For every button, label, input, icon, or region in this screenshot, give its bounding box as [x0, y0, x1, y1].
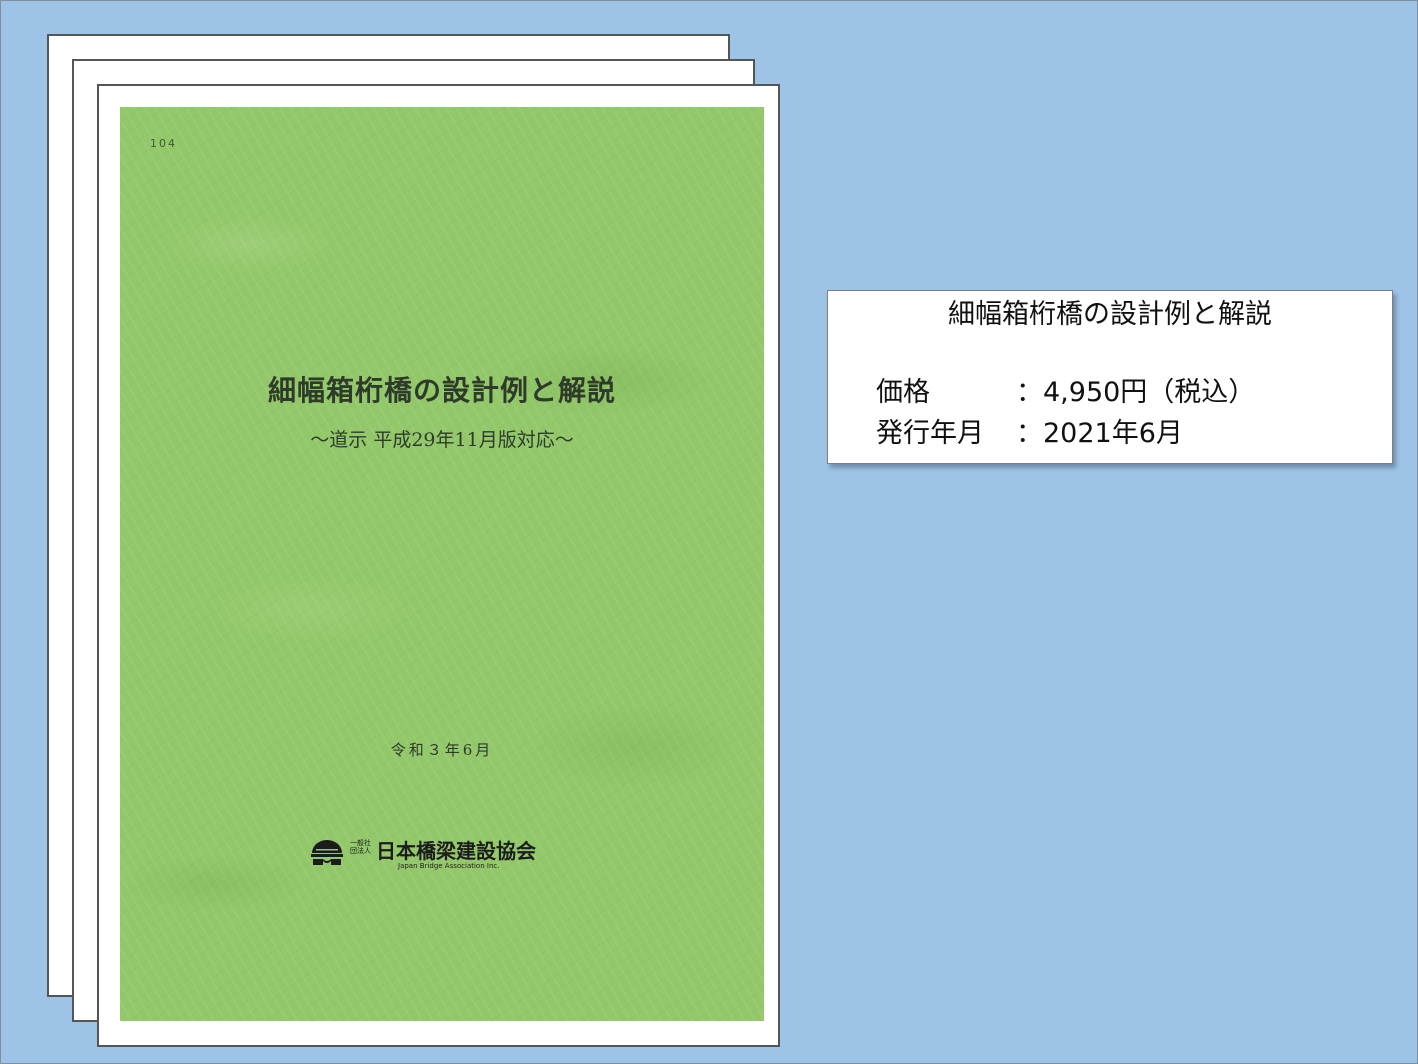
publisher-english-name: Japan Bridge Association Inc. [398, 862, 500, 870]
publish-date-value: ：2021年6月 [1016, 418, 1183, 449]
publisher-name: 日本橋梁建設協会 [376, 839, 536, 863]
price-row: 価格 ：4,950円（税込） [876, 375, 1255, 411]
cover-code: 104 [150, 137, 177, 150]
publish-date-row: 発行年月 ：2021年6月 [876, 416, 1183, 452]
price-label: 価格 [876, 377, 930, 408]
publisher-block: 一般社団法人 日本橋梁建設協会 Japan Bridge Association… [310, 835, 580, 871]
info-title: 細幅箱桁橋の設計例と解説 [948, 299, 1272, 330]
cover-date: 令和３年6月 [390, 741, 494, 759]
cover-subtitle: ～道示 平成29年11月版対応～ [310, 429, 574, 451]
publish-date-label: 発行年月 [876, 418, 984, 449]
cover-title: 細幅箱桁橋の設計例と解説 [267, 374, 616, 407]
book-cover: 104 細幅箱桁橋の設計例と解説 ～道示 平成29年11月版対応～ 令和３年6月… [120, 107, 764, 1021]
book-info-box: 細幅箱桁橋の設計例と解説 価格 ：4,950円（税込） 発行年月 ：2021年6月 [827, 290, 1393, 464]
publisher-logo-icon [311, 840, 343, 865]
publisher-org-type: 一般社団法人 [350, 839, 371, 855]
price-value: ：4,950円（税込） [1016, 377, 1256, 408]
